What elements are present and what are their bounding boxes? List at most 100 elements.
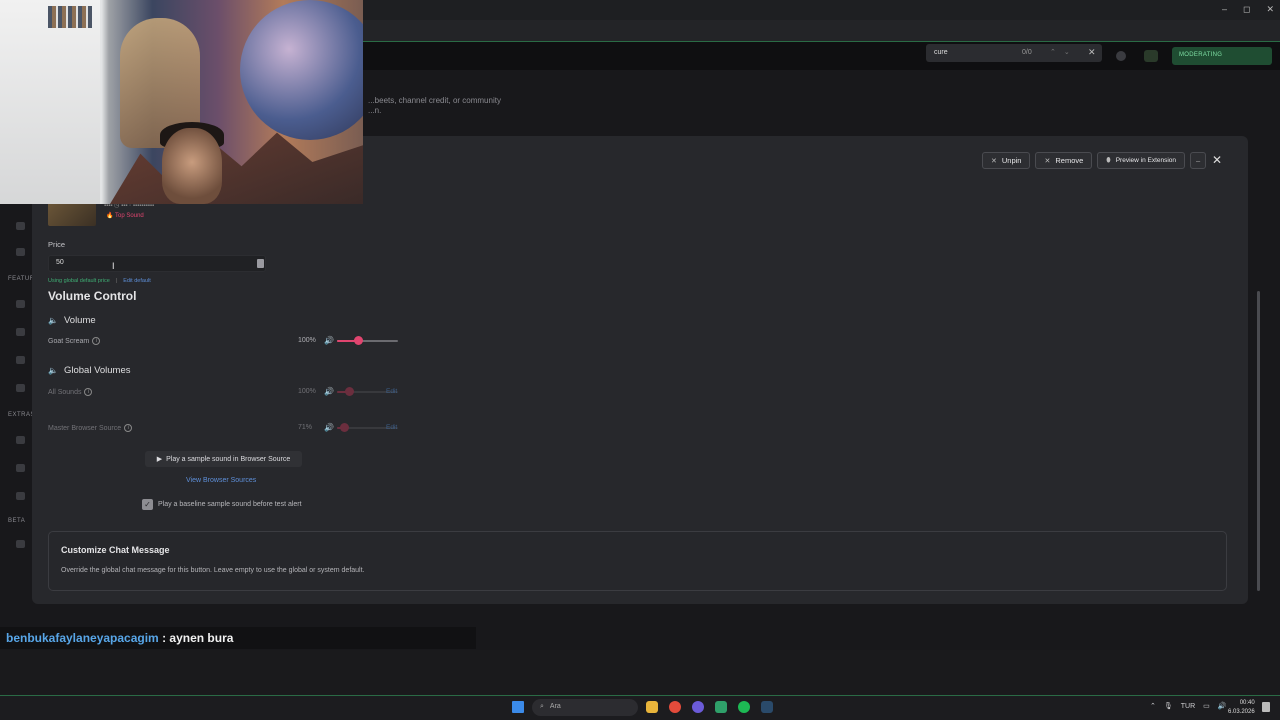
file-explorer-icon[interactable] [646, 701, 658, 713]
taskbar-search-placeholder: Ara [549, 703, 561, 710]
bell-icon[interactable] [1116, 51, 1126, 61]
remove-button[interactable]: ✕ Remove [1035, 152, 1093, 169]
notification-bell-icon[interactable] [1262, 702, 1270, 712]
volume-icon[interactable]: 🔊 [324, 336, 334, 345]
spotify-icon[interactable] [738, 701, 750, 713]
minimize-modal-button[interactable]: – [1190, 152, 1207, 169]
all-sounds-label: All Sounds i [48, 388, 93, 396]
goat-scream-volume-row: Goat Scream i 100% 🔊 [48, 335, 398, 347]
goat-scream-percent: 100% [298, 337, 316, 344]
info-icon[interactable]: i [84, 388, 93, 396]
price-hint: Using global default price | Edit defaul… [48, 278, 151, 284]
steam-icon[interactable] [761, 701, 773, 713]
clock[interactable]: 00:40 6.03.2026 [1228, 699, 1255, 717]
preview-in-extension-button[interactable]: ⬮ Preview in Extension [1097, 152, 1186, 169]
price-stepper[interactable] [257, 259, 264, 268]
clock-date: 6.03.2026 [1228, 709, 1255, 715]
master-browser-volume-row: Master Browser Source i 71% 🔊 Edit [48, 422, 398, 434]
chat-username: benbukafaylaneyapacagim [6, 631, 159, 645]
pin-icon: ⬮ [1106, 156, 1111, 164]
close-window-button[interactable]: ✕ [1266, 4, 1274, 15]
view-browser-sources-link[interactable]: View Browser Sources [186, 477, 256, 484]
network-icon[interactable]: ▭ [1203, 702, 1210, 710]
play-sample-label: Play a sample sound in Browser Source [166, 455, 291, 463]
slider-knob[interactable] [340, 423, 350, 432]
close-modal-button[interactable]: ✕ [1212, 153, 1222, 167]
search-icon: ⌕ [540, 703, 544, 710]
baseline-label: Play a baseline sample sound before test… [158, 501, 302, 508]
unpin-label: Unpin [1001, 156, 1022, 165]
find-nav-arrows-icon[interactable]: ⌃⌄ [1050, 48, 1078, 56]
top-sound-label: Top Sound [115, 213, 144, 219]
rail-icon[interactable] [16, 356, 25, 364]
app-icon[interactable] [715, 701, 727, 713]
volume-heading-label: Volume [63, 315, 96, 326]
info-icon[interactable]: i [124, 424, 133, 432]
rail-label-beta: BETA [8, 518, 26, 524]
maximize-window-button[interactable]: ◻ [1243, 4, 1250, 15]
rail-icon[interactable] [16, 492, 25, 500]
price-hint-text: Using global default price [48, 278, 110, 284]
find-input[interactable]: cure [934, 49, 948, 56]
minimize-window-button[interactable]: – [1222, 4, 1227, 15]
sound-settings-modal: ✕ Unpin ✕ Remove ⬮ Preview in Extension – ✕… [32, 136, 1260, 604]
avatar[interactable] [1144, 50, 1158, 62]
modal-scrollbar[interactable] [1257, 291, 1260, 591]
flame-icon: 🔥 [106, 213, 114, 219]
rail-icon[interactable] [16, 248, 25, 256]
find-bar[interactable]: cure 0/0 ⌃⌄ ✕ [926, 44, 1102, 62]
moderating-badge[interactable]: MODERATING [1172, 47, 1272, 65]
edit-default-link[interactable]: Edit default [123, 278, 151, 284]
remove-label: Remove [1055, 156, 1084, 165]
preview-label: Preview in Extension [1115, 157, 1177, 164]
microphone-icon[interactable]: 🎙 [1164, 702, 1173, 710]
master-browser-text: Master Browser Source [48, 424, 122, 432]
unpin-button[interactable]: ✕ Unpin [982, 152, 1031, 169]
top-sound-badge: 🔥 Top Sound [106, 212, 144, 219]
stream-chat-message: benbukafaylaneyapacagim : aynen bura [0, 627, 476, 649]
rail-icon[interactable] [16, 464, 25, 472]
goat-scream-slider[interactable] [337, 336, 398, 345]
windows-start-icon[interactable] [512, 701, 524, 713]
rail-icon[interactable] [16, 540, 25, 548]
rail-icon[interactable] [16, 436, 25, 444]
master-browser-edit-link[interactable]: Edit [386, 424, 397, 431]
moderating-label: MODERATING [1179, 52, 1223, 58]
find-close-button[interactable]: ✕ [1088, 47, 1096, 58]
chat-separator: : [158, 631, 170, 645]
chrome-icon[interactable] [669, 701, 681, 713]
price-input[interactable]: 50 [48, 255, 266, 272]
info-icon[interactable]: i [92, 337, 101, 345]
rail-icon[interactable] [16, 222, 25, 230]
rail-icon[interactable] [16, 328, 25, 336]
speaker-icon: 🔈 [48, 316, 58, 325]
rail-label-extras: EXTRAS [8, 412, 36, 418]
tray-language[interactable]: TUR [1181, 703, 1195, 710]
remove-icon: ✕ [1044, 157, 1051, 165]
find-count: 0/0 [1022, 49, 1032, 56]
all-sounds-volume-row: All Sounds i 100% 🔊 Edit [48, 386, 398, 398]
books [48, 6, 92, 28]
chat-card-title: Customize Chat Message [61, 545, 170, 555]
rail-icon[interactable] [16, 384, 25, 392]
unpin-icon: ✕ [991, 157, 997, 165]
sound-thumbnail [48, 202, 96, 226]
chevron-up-icon[interactable]: ⌃ [1150, 702, 1156, 710]
window-controls: – ◻ ✕ [1222, 4, 1274, 15]
slider-knob[interactable] [345, 387, 355, 396]
volume-icon[interactable]: 🔊 [324, 423, 334, 432]
rail-label-features: FEATUR [8, 276, 35, 282]
modal-actions: ✕ Unpin ✕ Remove ⬮ Preview in Extension – [982, 152, 1207, 169]
taskbar-search[interactable]: ⌕ Ara [532, 699, 638, 716]
rail-icon[interactable] [16, 300, 25, 308]
play-sample-button[interactable]: ▶ Play a sample sound in Browser Source [145, 451, 302, 467]
slider-knob[interactable] [354, 336, 364, 345]
discord-icon[interactable] [692, 701, 704, 713]
all-sounds-edit-link[interactable]: Edit [386, 388, 397, 395]
baseline-checkbox[interactable]: ✓ [142, 499, 153, 510]
system-tray: ⌃ 🎙 TUR ▭ 🔊 [1150, 702, 1227, 711]
volume-icon[interactable]: 🔊 [324, 387, 334, 396]
speaker-tray-icon[interactable]: 🔊 [1218, 702, 1227, 710]
goat-scream-label: Goat Scream i [48, 337, 101, 345]
volume-control-title: Volume Control [48, 289, 137, 303]
